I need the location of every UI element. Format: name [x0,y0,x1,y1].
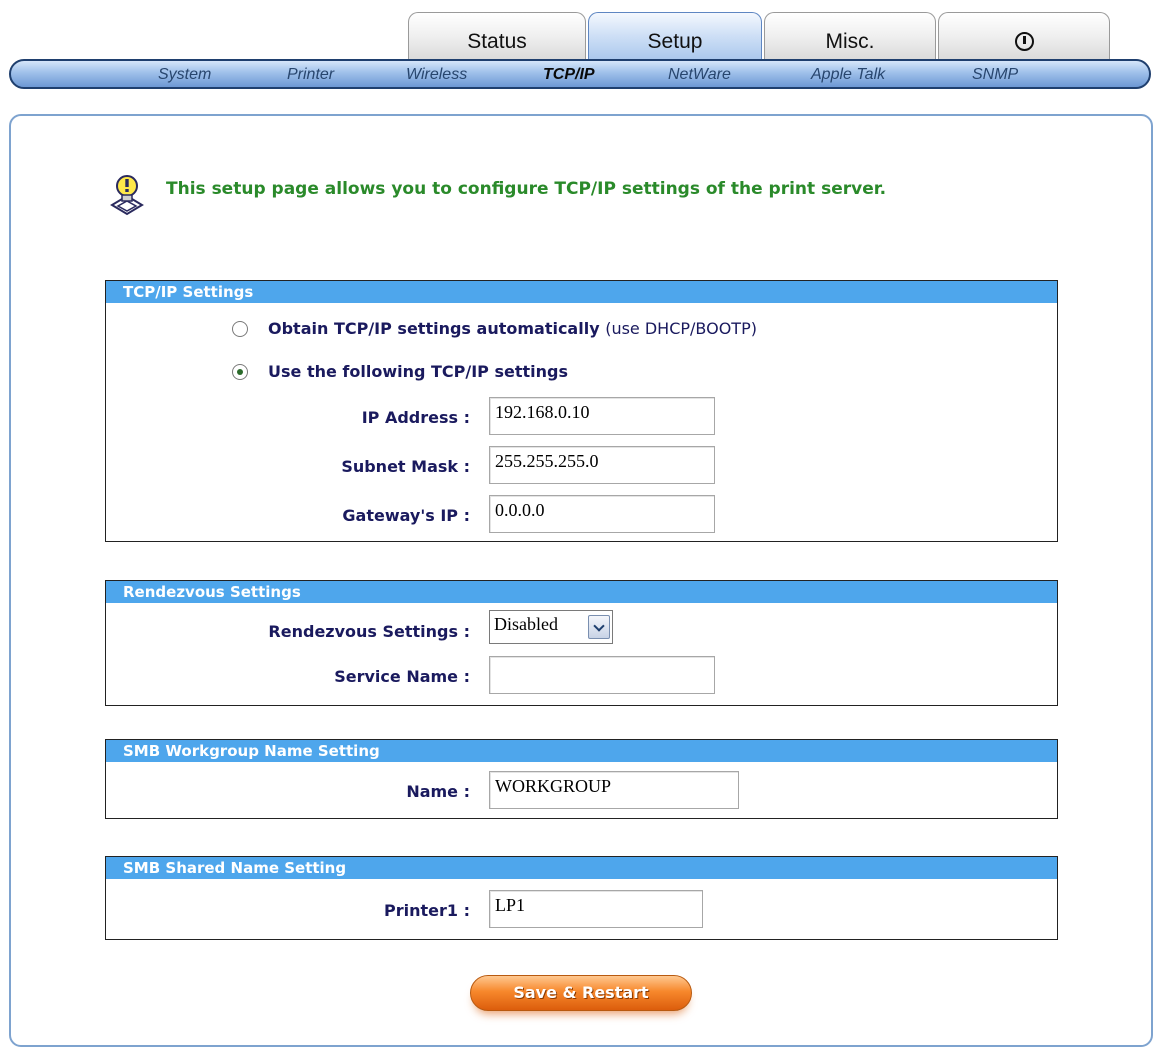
tab-misc-label: Misc. [825,30,875,53]
subnav-appletalk[interactable]: Apple Talk [811,66,885,84]
power-icon [1014,32,1034,51]
subnav-system[interactable]: System [158,66,211,84]
obtain-auto-note: (use DHCP/BOOTP) [605,319,757,338]
save-restart-button[interactable]: Save & Restart [470,975,692,1011]
subnet-mask-input[interactable]: 255.255.255.0 [489,446,715,484]
use-following-label: Use the following TCP/IP settings [268,362,568,381]
tcpip-section-title: TCP/IP Settings [106,281,1057,303]
subnav-wireless[interactable]: Wireless [406,66,467,84]
chevron-down-icon[interactable] [588,615,610,639]
smb-shared-title: SMB Shared Name Setting [106,857,1057,879]
tab-status-label: Status [467,30,527,53]
service-name-input[interactable] [489,656,715,694]
subnav-tcpip[interactable]: TCP/IP [543,66,595,84]
rendezvous-settings-label: Rendezvous Settings : [268,622,470,641]
tab-setup-label: Setup [647,30,703,53]
gateway-ip-input[interactable]: 0.0.0.0 [489,495,715,533]
ip-address-input[interactable]: 192.168.0.10 [489,397,715,435]
printer1-label: Printer1 : [384,901,470,920]
obtain-auto-label: Obtain TCP/IP settings automatically (us… [268,319,757,338]
smb-workgroup-title: SMB Workgroup Name Setting [106,740,1057,762]
rendezvous-select-value: Disabled [494,614,558,634]
obtain-auto-text: Obtain TCP/IP settings automatically [268,319,600,338]
subnav-netware[interactable]: NetWare [668,66,731,84]
gateway-ip-label: Gateway's IP : [342,506,470,525]
subnav-printer[interactable]: Printer [287,66,334,84]
setup-subnav: System Printer Wireless TCP/IP NetWare A… [9,59,1151,89]
radio-obtain-auto[interactable] [232,321,248,337]
intro-text: This setup page allows you to configure … [166,179,887,199]
workgroup-name-input[interactable]: WORKGROUP [489,771,739,809]
printer1-input[interactable]: LP1 [489,890,703,928]
rendezvous-section-title: Rendezvous Settings [106,581,1057,603]
service-name-label: Service Name : [334,667,470,686]
lightbulb-tip-icon [110,175,144,216]
subnet-mask-label: Subnet Mask : [341,457,470,476]
rendezvous-select[interactable]: Disabled [489,610,613,644]
radio-use-following[interactable] [232,364,248,380]
subnav-snmp[interactable]: SNMP [972,66,1018,84]
workgroup-name-label: Name : [406,782,470,801]
ip-address-label: IP Address : [361,408,470,427]
